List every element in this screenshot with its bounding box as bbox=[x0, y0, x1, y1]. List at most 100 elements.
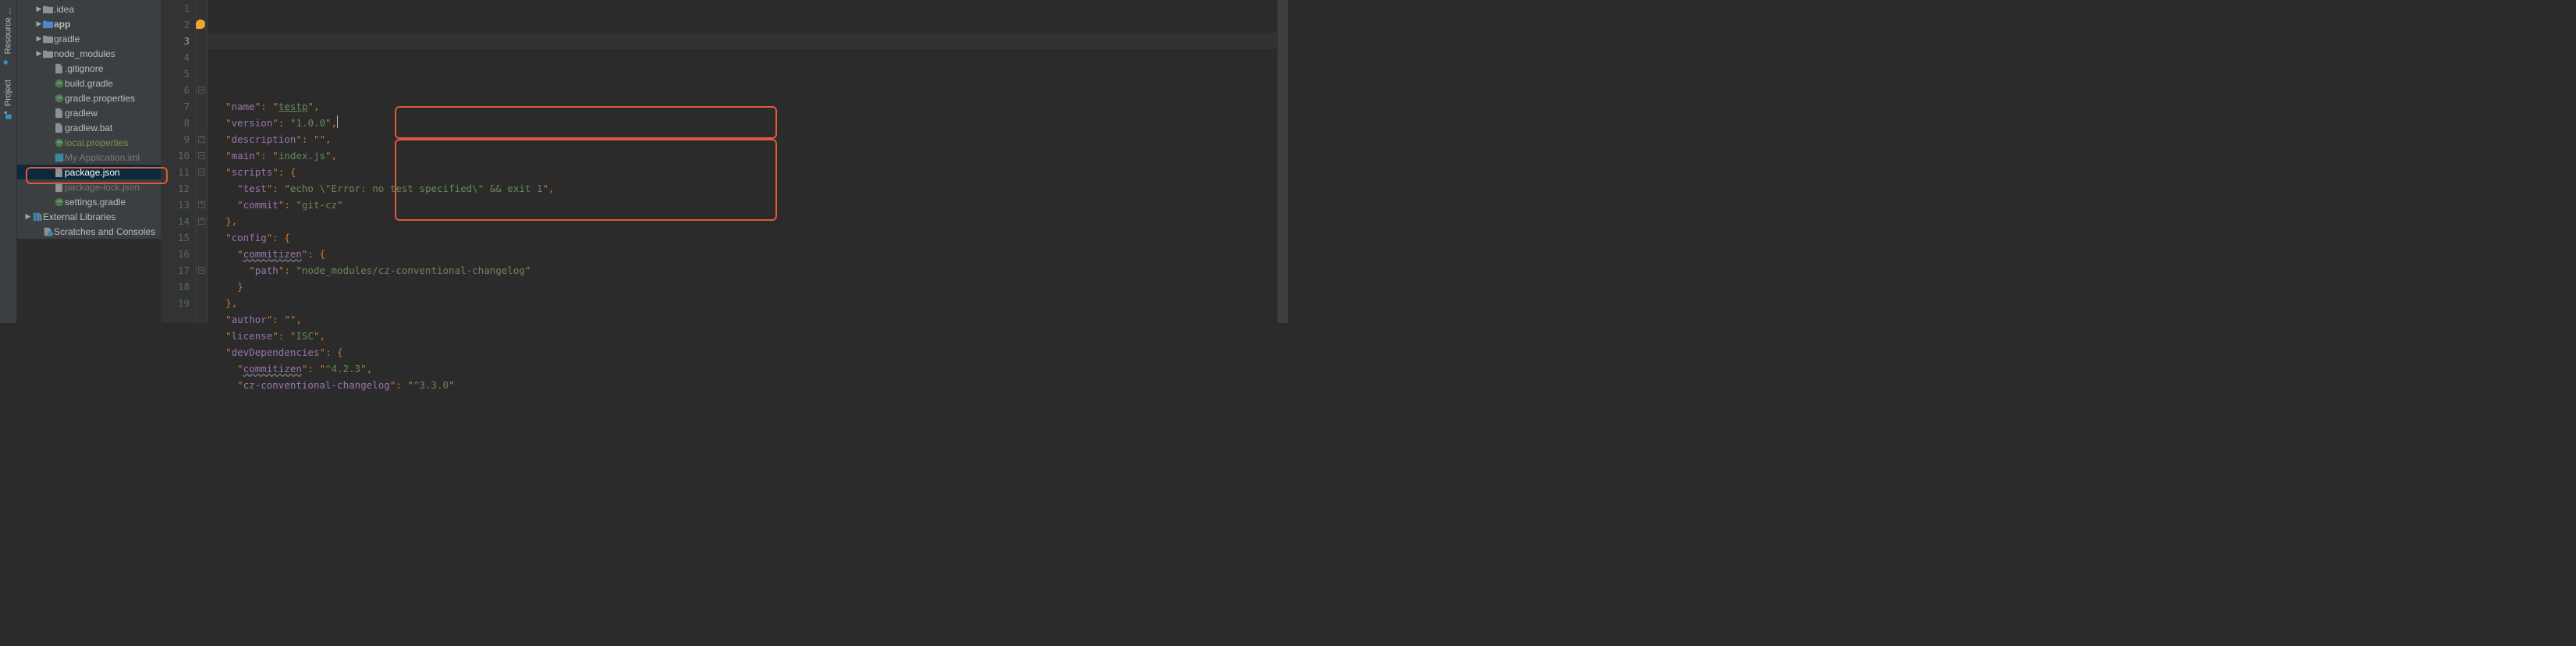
line-number[interactable]: 16 bbox=[161, 246, 190, 262]
expand-arrow-icon[interactable]: ▶ bbox=[36, 20, 42, 28]
folder-app-icon bbox=[42, 18, 54, 30]
annotation-highlight-commit bbox=[395, 106, 777, 139]
tree-item[interactable]: ▶ gradle bbox=[17, 31, 161, 46]
tree-item-label: External Libraries bbox=[43, 211, 115, 222]
gradle-icon bbox=[53, 196, 65, 208]
code-line[interactable]: }, bbox=[214, 295, 1277, 311]
expand-arrow-icon[interactable]: ▶ bbox=[36, 34, 42, 43]
left-toolwindow-strip: Resource ... Project bbox=[0, 0, 17, 323]
line-number[interactable]: 4 bbox=[161, 49, 190, 66]
code-line[interactable]: "path": "node_modules/cz-conventional-ch… bbox=[214, 262, 1277, 279]
file-icon bbox=[53, 107, 65, 119]
fold-toggle-icon[interactable]: − bbox=[198, 152, 205, 159]
tree-item-label: .gitignore bbox=[65, 63, 103, 74]
gradle-icon bbox=[53, 77, 65, 89]
code-line[interactable]: "license": "ISC", bbox=[214, 328, 1277, 344]
fold-toggle-icon[interactable]: ⌃ bbox=[198, 136, 205, 143]
tree-item[interactable]: ▶ app bbox=[17, 16, 161, 31]
tree-item[interactable]: gradlew bbox=[17, 105, 161, 120]
fold-toggle-icon[interactable]: − bbox=[198, 87, 205, 94]
gradle-icon bbox=[53, 92, 65, 104]
iml-icon bbox=[53, 151, 65, 163]
file-icon bbox=[53, 62, 65, 74]
fold-toggle-icon[interactable]: − bbox=[198, 169, 205, 176]
tree-item[interactable]: ▶ node_modules bbox=[17, 46, 161, 61]
tree-item-label: node_modules bbox=[54, 48, 115, 59]
code-line[interactable] bbox=[214, 82, 1277, 98]
tree-item-label: app bbox=[54, 19, 70, 30]
tree-item[interactable]: .gitignore bbox=[17, 61, 161, 76]
file-icon bbox=[53, 122, 65, 133]
project-icon bbox=[3, 110, 13, 120]
code-area[interactable]: "name": "testp", "version": "1.0.0", "de… bbox=[208, 0, 1277, 323]
line-number[interactable]: 1 bbox=[161, 0, 190, 16]
expand-arrow-icon[interactable]: ▶ bbox=[36, 49, 42, 58]
tree-item-label: gradle bbox=[54, 34, 80, 44]
fold-toggle-icon[interactable]: ⌃ bbox=[198, 201, 205, 208]
current-line-highlight bbox=[208, 33, 1277, 49]
svg-text:{}: {} bbox=[56, 186, 59, 191]
tree-item[interactable]: settings.gradle bbox=[17, 194, 161, 209]
tree-item-label: .idea bbox=[54, 4, 74, 15]
line-number[interactable]: 15 bbox=[161, 229, 190, 246]
tree-item-label: local.properties bbox=[65, 137, 128, 148]
expand-arrow-icon[interactable]: ▶ bbox=[36, 5, 42, 13]
tree-item-label: settings.gradle bbox=[65, 197, 126, 208]
line-number[interactable]: 6 bbox=[161, 82, 190, 98]
gradle-icon bbox=[53, 137, 65, 148]
line-number[interactable]: 9 bbox=[161, 131, 190, 147]
project-tab[interactable]: Project bbox=[2, 73, 15, 126]
line-number[interactable]: 3 bbox=[161, 33, 190, 49]
line-number[interactable]: 14 bbox=[161, 213, 190, 229]
tree-item[interactable]: Scratches and Consoles bbox=[17, 224, 161, 239]
tree-item-label: Scratches and Consoles bbox=[54, 226, 155, 237]
tree-item-label: gradlew.bat bbox=[65, 122, 112, 133]
tree-item[interactable]: gradle.properties bbox=[17, 91, 161, 105]
right-gutter-strip bbox=[1277, 0, 1288, 323]
diamond-icon bbox=[3, 57, 13, 67]
folder-icon bbox=[42, 33, 54, 44]
code-line[interactable]: "config": { bbox=[214, 229, 1277, 246]
line-number[interactable]: 7 bbox=[161, 98, 190, 115]
line-number-gutter[interactable]: 12345678910111213141516171819 bbox=[161, 0, 197, 323]
toolbar-tab-label: Project bbox=[4, 80, 13, 106]
folder-icon bbox=[42, 3, 54, 15]
line-number[interactable]: 17 bbox=[161, 262, 190, 279]
tree-item[interactable]: build.gradle bbox=[17, 76, 161, 91]
folder-icon bbox=[42, 48, 54, 59]
annotation-highlight-config bbox=[395, 139, 777, 221]
tree-item-label: build.gradle bbox=[65, 78, 113, 89]
tree-item-label: gradle.properties bbox=[65, 93, 135, 104]
fold-toggle-icon[interactable]: − bbox=[198, 267, 205, 274]
code-line[interactable]: "devDependencies": { bbox=[214, 344, 1277, 360]
code-line[interactable]: "cz-conventional-changelog": "^3.3.0" bbox=[214, 377, 1277, 393]
code-line[interactable]: } bbox=[214, 279, 1277, 295]
fold-column[interactable]: −−⌃−−⌃⌃− bbox=[197, 0, 208, 323]
tree-item[interactable]: local.properties bbox=[17, 135, 161, 150]
line-number[interactable]: 8 bbox=[161, 115, 190, 131]
intention-bulb-icon[interactable] bbox=[196, 20, 205, 29]
code-line[interactable]: "commitizen": "^4.2.3", bbox=[214, 360, 1277, 377]
line-number[interactable]: 18 bbox=[161, 279, 190, 295]
line-number[interactable]: 13 bbox=[161, 197, 190, 213]
scratch-icon bbox=[42, 225, 54, 237]
line-number[interactable]: 19 bbox=[161, 295, 190, 311]
line-number[interactable]: 5 bbox=[161, 66, 190, 82]
tree-item[interactable]: ▶ .idea bbox=[17, 2, 161, 16]
annotation-highlight-file bbox=[26, 167, 168, 184]
tree-item[interactable]: gradlew.bat bbox=[17, 120, 161, 135]
expand-arrow-icon[interactable]: ▶ bbox=[25, 212, 31, 221]
tree-item-label: gradlew bbox=[65, 108, 98, 119]
tree-item-label: My Application.iml bbox=[65, 152, 140, 163]
code-line[interactable]: "commitizen": { bbox=[214, 246, 1277, 262]
code-line[interactable]: "author": "", bbox=[214, 311, 1277, 328]
project-tree[interactable]: ▶ .idea ▶ app ▶ gradle ▶ node_modules .gitignore… bbox=[17, 0, 161, 239]
resource-manager-tab[interactable]: Resource ... bbox=[2, 2, 15, 73]
fold-toggle-icon[interactable]: ⌃ bbox=[198, 218, 205, 225]
line-number[interactable]: 10 bbox=[161, 147, 190, 164]
line-number[interactable]: 2 bbox=[161, 16, 190, 33]
tree-item[interactable]: ▶ External Libraries bbox=[17, 209, 161, 224]
tree-item[interactable]: My Application.iml bbox=[17, 150, 161, 165]
code-editor[interactable]: 12345678910111213141516171819 −−⌃−−⌃⌃− "… bbox=[161, 0, 1277, 323]
lib-icon bbox=[31, 211, 43, 222]
